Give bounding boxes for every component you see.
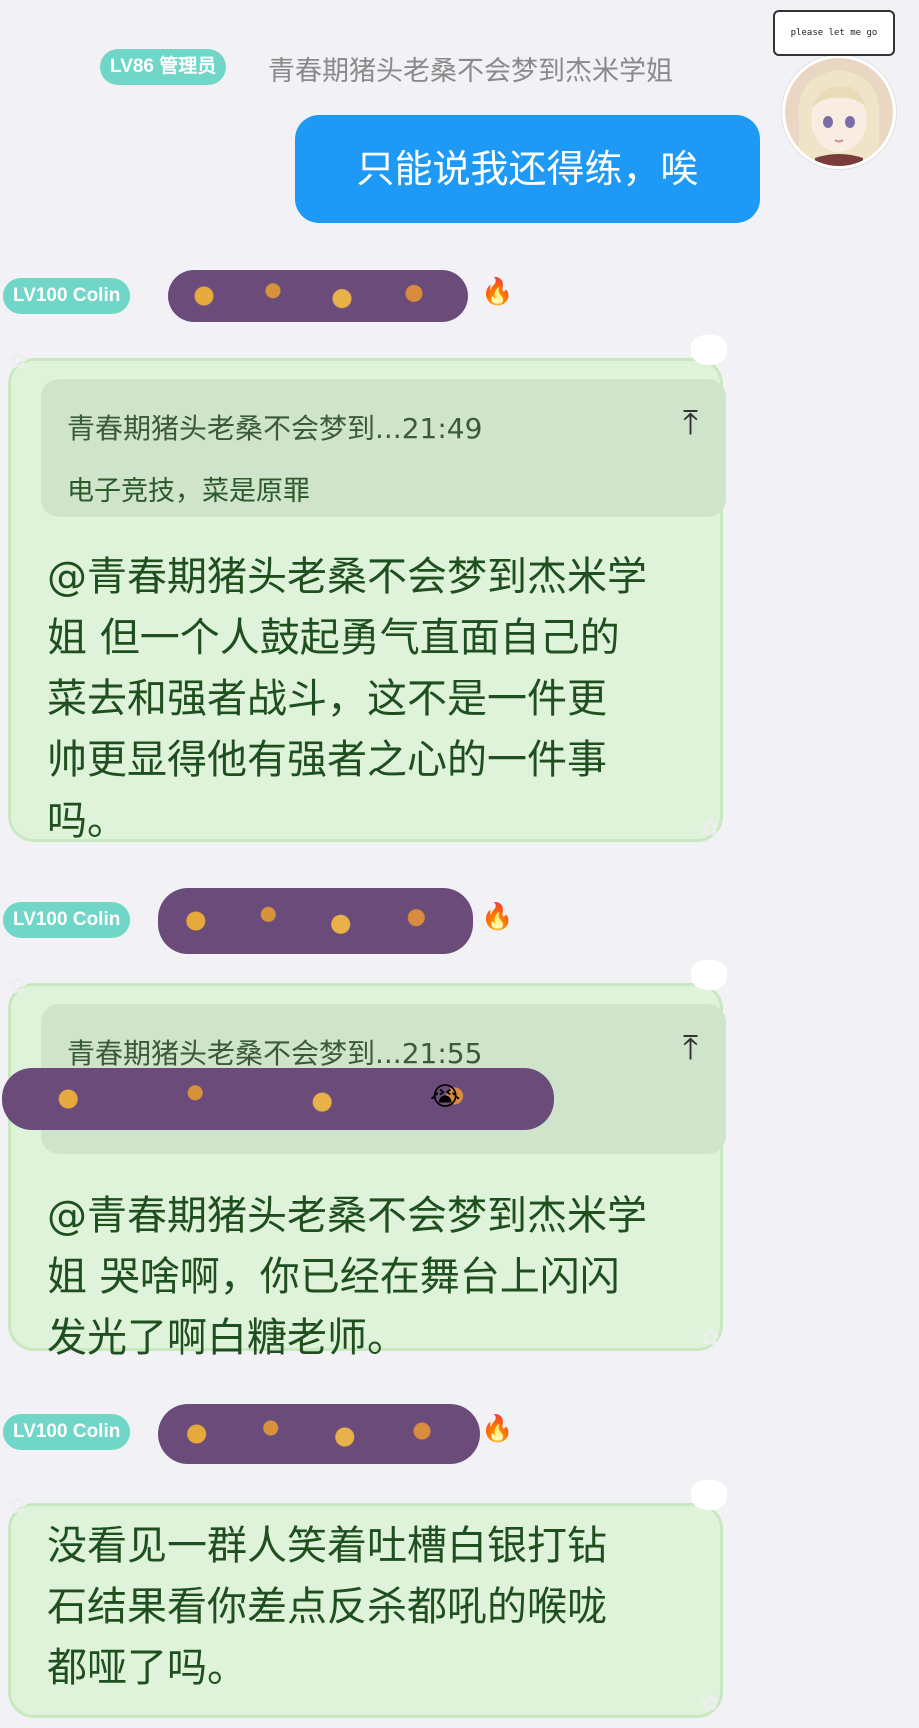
jump-to-original-icon[interactable]: ⤒ — [683, 1028, 698, 1068]
censored-quoted-text — [2, 1068, 554, 1130]
message-bubble[interactable]: ✿ ✿ 青春期猪头老桑不会梦到...21:55 ⤒ @青春期猪头老桑不会梦到杰米… — [8, 960, 727, 1361]
fire-icon: 🔥 — [481, 902, 514, 932]
censored-nickname[interactable] — [168, 270, 468, 322]
fire-icon: 🔥 — [481, 1414, 514, 1444]
flower-icon: ✿ — [701, 1691, 720, 1716]
sender-nickname[interactable]: 青春期猪头老桑不会梦到杰米学姐 — [268, 49, 673, 88]
flower-icon: ✿ — [9, 1494, 28, 1519]
flower-icon: ✿ — [9, 974, 28, 999]
message-text: 没看见一群人笑着吐槽白银打钻 石结果看你差点反杀都吼的喉咙 都哑了吗。 — [47, 1523, 607, 1691]
quoted-text: 电子竞技，菜是原罪 — [67, 476, 310, 507]
own-message-bubble[interactable]: 只能说我还得练，唉 — [295, 115, 760, 223]
flower-icon: ✿ — [701, 1326, 720, 1351]
level-tag: LV86 管理员 — [100, 49, 227, 85]
crying-face-icon: 😭 — [430, 1082, 461, 1112]
avatar-image — [798, 70, 880, 166]
level-tag: LV100 Colin — [3, 1414, 131, 1450]
censored-nickname[interactable] — [158, 888, 473, 954]
fire-icon: 🔥 — [481, 277, 514, 307]
jump-to-original-icon[interactable]: ⤒ — [683, 403, 698, 443]
level-tag: LV100 Colin — [3, 902, 131, 938]
quoted-header: 青春期猪头老桑不会梦到...21:49 — [67, 412, 483, 445]
message-text: @青春期猪头老桑不会梦到杰米学 姐 但一个人鼓起勇气直面自己的 菜去和强者战斗，… — [47, 554, 647, 844]
cat-sticker-icon — [691, 960, 727, 990]
flower-icon: ✿ — [9, 349, 28, 374]
avatar[interactable] — [782, 55, 896, 169]
censored-nickname[interactable] — [158, 1404, 480, 1464]
flower-icon: ✿ — [701, 816, 720, 841]
cat-sticker-icon — [691, 1480, 727, 1510]
quoted-header: 青春期猪头老桑不会梦到...21:55 — [67, 1037, 483, 1070]
quoted-reply[interactable]: 青春期猪头老桑不会梦到...21:49 ⤒ 电子竞技，菜是原罪 — [41, 379, 726, 517]
avatar-speech-caption: please let me go — [773, 10, 895, 56]
message-text: @青春期猪头老桑不会梦到杰米学 姐 哭啥啊，你已经在舞台上闪闪 发光了啊白糖老师… — [47, 1193, 647, 1361]
level-tag: LV100 Colin — [3, 278, 131, 314]
message-bubble[interactable]: ✿ ✿ 青春期猪头老桑不会梦到...21:49 ⤒ 电子竞技，菜是原罪 @青春期… — [8, 335, 727, 844]
message-bubble[interactable]: ✿ ✿ 没看见一群人笑着吐槽白银打钻 石结果看你差点反杀都吼的喉咙 都哑了吗。 — [8, 1480, 727, 1718]
cat-sticker-icon — [691, 335, 727, 365]
